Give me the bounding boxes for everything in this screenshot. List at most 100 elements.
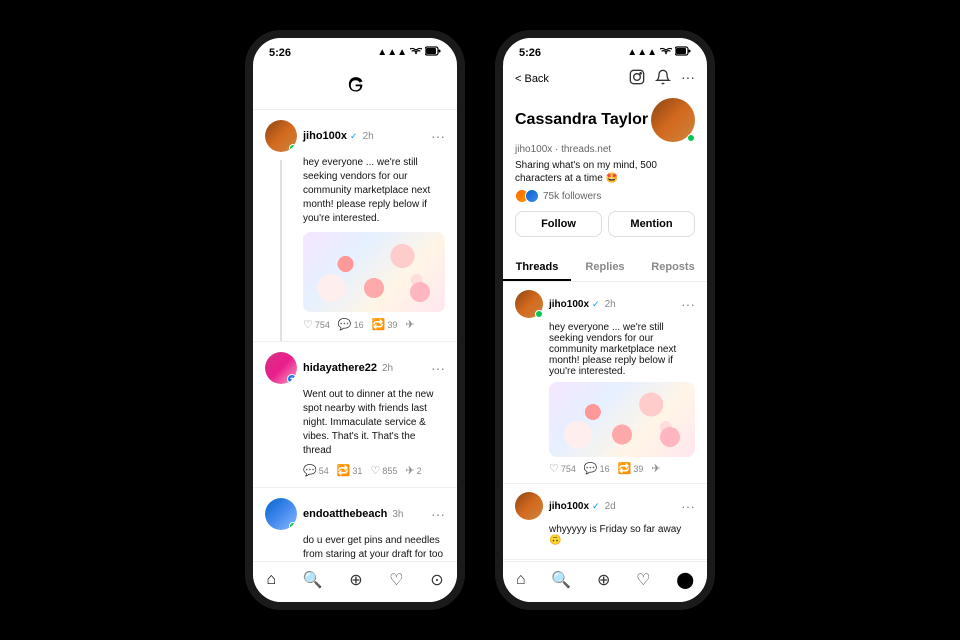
- phone-1-content: jiho100x ✓ 2h ··· hey everyone ... we're…: [253, 63, 457, 602]
- repost-count-1: 39: [387, 320, 397, 330]
- tab-replies[interactable]: Replies: [571, 255, 639, 281]
- pp-header-1: jiho100x ✓ 2h ···: [515, 290, 695, 318]
- share-count-2: 2: [417, 466, 422, 476]
- pp-time-2: 2d: [605, 501, 616, 512]
- profile-info: Cassandra Taylor jiho100x · threads.net …: [503, 94, 707, 247]
- tab-threads[interactable]: Threads: [503, 255, 571, 281]
- post-meta-1: jiho100x ✓ 2h: [303, 130, 425, 142]
- share-btn-1[interactable]: ✈: [405, 318, 414, 331]
- comment-icon-2: 💬: [303, 464, 317, 477]
- share-icon-1: ✈: [405, 318, 414, 331]
- pp-repost-count-1: 39: [633, 464, 643, 474]
- like-btn-2[interactable]: ♡ 855: [370, 464, 397, 477]
- repost-icon-2: 🔁: [337, 464, 351, 477]
- pp-like-1[interactable]: ♡ 754: [549, 462, 576, 475]
- phone-1: 5:26 ▲▲▲: [245, 30, 465, 610]
- bottom-nav-1: ⌂ 🔍 ⊕ ♡ ⊙: [253, 561, 457, 602]
- post-item-3: endoatthebeach 3h ··· do u ever get pins…: [253, 488, 457, 561]
- mention-button[interactable]: Mention: [608, 211, 695, 237]
- pp-actions-1: ♡ 754 💬 16 🔁 39 ✈: [515, 462, 695, 475]
- notifications-icon[interactable]: [655, 69, 671, 88]
- comment-count-1: 16: [354, 320, 364, 330]
- time-2: 5:26: [519, 47, 541, 59]
- comment-count-2: 54: [319, 466, 329, 476]
- profile-nav-2[interactable]: ⬤: [676, 570, 694, 590]
- like-btn-1[interactable]: ♡ 754: [303, 318, 330, 331]
- feed-scroll[interactable]: jiho100x ✓ 2h ··· hey everyone ... we're…: [253, 110, 457, 561]
- online-dot-profile: [687, 134, 695, 142]
- status-icons-2: ▲▲▲: [627, 46, 691, 59]
- time-ago-3: 3h: [392, 509, 403, 520]
- pp-repost-1[interactable]: 🔁 39: [618, 462, 644, 475]
- pp-text-2: whyyyyy is Friday so far away 🙃: [515, 524, 695, 546]
- profile-name-row: Cassandra Taylor: [515, 98, 695, 142]
- post-text-3: do u ever get pins and needles from star…: [265, 534, 445, 561]
- followers-row: 75k followers: [515, 189, 695, 203]
- pp-username-1: jiho100x: [549, 299, 589, 310]
- avatar-jiho-1: [265, 120, 297, 152]
- post-item-2: + hidayathere22 2h ··· Went out to dinne…: [253, 342, 457, 488]
- comment-btn-1[interactable]: 💬 16: [338, 318, 364, 331]
- pp-repost-icon-1: 🔁: [618, 462, 632, 475]
- wifi-icon-2: [660, 46, 672, 59]
- pp-share-1[interactable]: ✈: [651, 462, 660, 475]
- compose-nav-2[interactable]: ⊕: [597, 570, 610, 590]
- share-btn-2[interactable]: ✈ 2: [405, 464, 421, 477]
- like-count-1: 754: [315, 320, 330, 330]
- status-bar-2: 5:26 ▲▲▲: [503, 38, 707, 63]
- repost-count-2: 31: [352, 466, 362, 476]
- more-options-profile[interactable]: ···: [681, 69, 695, 88]
- pp-more-1[interactable]: ···: [681, 296, 695, 312]
- pp-heart-decoration: [660, 427, 680, 447]
- home-nav-2[interactable]: ⌂: [516, 571, 526, 589]
- search-nav[interactable]: 🔍: [303, 570, 323, 590]
- heart-decoration: [410, 282, 430, 302]
- more-options-2[interactable]: ···: [431, 360, 445, 376]
- pp-craft-image: [549, 382, 695, 457]
- repost-btn-1[interactable]: 🔁 39: [372, 318, 398, 331]
- post-header-2: + hidayathere22 2h ···: [265, 352, 445, 384]
- wifi-icon: [410, 46, 422, 59]
- post-text-1: hey everyone ... we're still seeking ven…: [265, 156, 445, 226]
- signal-icon: ▲▲▲: [377, 47, 407, 58]
- notifications-nav-2[interactable]: ♡: [636, 570, 650, 590]
- profile-handle: jiho100x · threads.net: [515, 144, 695, 155]
- pp-time-1: 2h: [605, 299, 616, 310]
- feed-header: [253, 63, 457, 110]
- profile-avatar: [651, 98, 695, 142]
- tab-reposts[interactable]: Reposts: [639, 255, 707, 281]
- comment-icon-1: 💬: [338, 318, 352, 331]
- profile-posts: jiho100x ✓ 2h ··· hey everyone ... we're…: [503, 282, 707, 561]
- signal-icon-2: ▲▲▲: [627, 47, 657, 58]
- profile-nav[interactable]: ⊙: [430, 570, 443, 590]
- post-actions-1: ♡ 754 💬 16 🔁 39 ✈: [265, 318, 445, 331]
- phone-2-content: < Back ··· Cassandra Taylor: [503, 63, 707, 602]
- back-button[interactable]: < Back: [515, 73, 549, 85]
- username-2: hidayathere22: [303, 362, 377, 374]
- follow-button[interactable]: Follow: [515, 211, 602, 237]
- handle-text: jiho100x: [515, 144, 552, 155]
- pp-more-2[interactable]: ···: [681, 498, 695, 514]
- compose-nav[interactable]: ⊕: [349, 570, 362, 590]
- pp-meta-2: jiho100x ✓ 2d: [549, 501, 675, 512]
- repost-btn-2[interactable]: 🔁 31: [337, 464, 363, 477]
- instagram-icon[interactable]: [629, 69, 645, 88]
- notifications-nav[interactable]: ♡: [389, 570, 403, 590]
- pp-comment-1[interactable]: 💬 16: [584, 462, 610, 475]
- battery-icon: [425, 46, 441, 59]
- follower-av-2: [525, 189, 539, 203]
- add-badge: +: [287, 374, 297, 384]
- time-ago-1: 2h: [363, 131, 374, 142]
- heart-icon-2: ♡: [370, 464, 380, 477]
- comment-btn-2[interactable]: 💬 54: [303, 464, 329, 477]
- profile-actions: Follow Mention: [515, 211, 695, 237]
- more-options-1[interactable]: ···: [431, 128, 445, 144]
- post-meta-3: endoatthebeach 3h: [303, 508, 425, 520]
- pp-avatar-1: [515, 290, 543, 318]
- pp-header-2: jiho100x ✓ 2d ···: [515, 492, 695, 520]
- avatar-hidaya: +: [265, 352, 297, 384]
- domain-label: threads.net: [561, 144, 611, 155]
- home-nav[interactable]: ⌂: [266, 571, 276, 589]
- search-nav-2[interactable]: 🔍: [551, 570, 571, 590]
- more-options-3[interactable]: ···: [431, 506, 445, 522]
